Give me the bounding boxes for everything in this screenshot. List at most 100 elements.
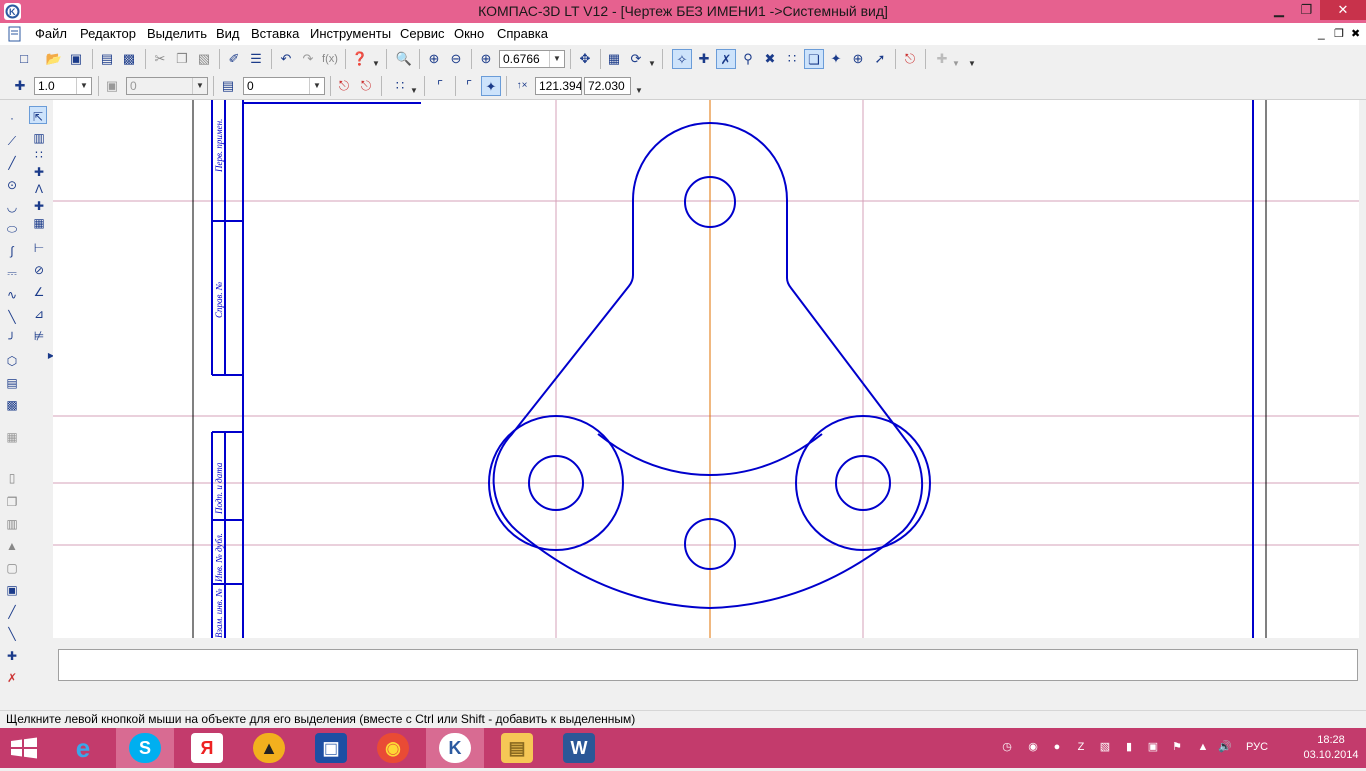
line-width-field[interactable]: 1.0 ▼ bbox=[34, 77, 92, 95]
linear-dimension-icon[interactable]: ⊢ bbox=[29, 238, 49, 258]
edit-rotate-icon[interactable]: ▥ bbox=[2, 514, 22, 534]
coord-y-field[interactable]: 72.030 bbox=[584, 77, 631, 95]
save-icon[interactable]: ▣ bbox=[66, 49, 86, 69]
restore-button[interactable]: ❐ bbox=[1293, 0, 1320, 20]
chevron-down-icon[interactable]: ▼ bbox=[952, 54, 960, 74]
start-button[interactable] bbox=[0, 728, 58, 768]
ortho-mode-icon[interactable]: ⌜ bbox=[459, 76, 479, 96]
print-preview-icon[interactable]: ▤ bbox=[97, 49, 117, 69]
snap-magnet-local-icon[interactable]: ⎋ bbox=[356, 76, 376, 96]
menu-edit[interactable]: Редактор bbox=[80, 26, 136, 41]
fill-tool-icon[interactable]: ▩ bbox=[2, 395, 22, 415]
view-state-icon[interactable]: ▣ bbox=[102, 76, 122, 96]
toolbar-overflow-icon[interactable]: ▼ bbox=[968, 54, 976, 74]
formula-icon[interactable]: f(x) bbox=[320, 49, 340, 69]
regenerate-icon[interactable]: ⟳ bbox=[626, 49, 646, 69]
snap-magnet-icon[interactable]: ⎋ bbox=[334, 76, 354, 96]
zoom-window-icon[interactable]: 🔍 bbox=[394, 49, 414, 69]
volume-icon[interactable]: 🔊 bbox=[1218, 740, 1232, 754]
tray-display-icon[interactable]: ▣ bbox=[1146, 740, 1160, 754]
snap-normal-icon[interactable]: ✖ bbox=[760, 49, 780, 69]
zoom-scale-icon[interactable]: ⊕ bbox=[476, 49, 496, 69]
edit-scale-icon[interactable]: ▲ bbox=[2, 536, 22, 556]
property-panel-box[interactable] bbox=[58, 649, 1358, 681]
refresh-view-icon[interactable]: ▦ bbox=[604, 49, 624, 69]
local-snap-icon[interactable]: ✚ bbox=[932, 49, 952, 69]
chevron-down-icon[interactable]: ▼ bbox=[309, 78, 324, 94]
bezier-tool-icon[interactable]: ∿ bbox=[2, 285, 22, 305]
taskbar-save[interactable]: ▣ bbox=[302, 728, 360, 768]
format-brush-icon[interactable]: ✐ bbox=[224, 49, 244, 69]
menu-window[interactable]: Окно bbox=[454, 26, 484, 41]
zoom-field[interactable]: 0.6766 ▼ bbox=[499, 50, 565, 68]
taskbar-yandex[interactable]: Я bbox=[178, 728, 236, 768]
clock[interactable]: 18:28 03.10.2014 bbox=[1300, 733, 1362, 763]
toolbar-overflow-icon[interactable]: ▼ bbox=[635, 81, 643, 101]
chevron-down-icon[interactable]: ▼ bbox=[410, 81, 418, 101]
delete-icon[interactable]: ✗ bbox=[2, 668, 22, 688]
zoom-in-icon[interactable]: ⊕ bbox=[424, 49, 444, 69]
polyline-tool-icon[interactable]: ⎓ bbox=[2, 263, 22, 283]
tray-nvidia-icon[interactable]: ▲ bbox=[1196, 740, 1210, 754]
taskbar-word[interactable]: W bbox=[550, 728, 608, 768]
tray-battery-icon[interactable]: ▮ bbox=[1122, 740, 1136, 754]
context-help-icon[interactable]: ❓ bbox=[350, 49, 370, 69]
edit-deform-icon[interactable]: ▣ bbox=[2, 580, 22, 600]
spline-tool-icon[interactable]: ∫ bbox=[2, 241, 22, 261]
language-indicator[interactable]: РУС bbox=[1246, 741, 1268, 753]
diameter-dimension-icon[interactable]: ⊘ bbox=[29, 260, 49, 280]
edit-move-icon[interactable]: ▯ bbox=[2, 468, 22, 488]
chamfer-tool-icon[interactable]: ╲ bbox=[2, 307, 22, 327]
new-file-icon[interactable]: □ bbox=[14, 49, 34, 69]
doc-close-button[interactable]: ✖ bbox=[1351, 27, 1360, 40]
drawing-canvas[interactable]: Перв. примен. Справ. № Подп. и дата Инв.… bbox=[53, 100, 1359, 638]
snap-align-icon[interactable]: ➚ bbox=[870, 49, 890, 69]
cut-icon[interactable]: ✂ bbox=[150, 49, 170, 69]
edit-copy-icon[interactable]: ❐ bbox=[2, 492, 22, 512]
menu-service[interactable]: Сервис bbox=[400, 26, 445, 41]
fillet-tool-icon[interactable]: ╯ bbox=[2, 329, 22, 349]
menu-insert[interactable]: Вставка bbox=[251, 26, 299, 41]
snap-angle-icon[interactable]: ❏ bbox=[804, 49, 824, 69]
snap-tangent-icon[interactable]: ⚲ bbox=[738, 49, 758, 69]
parametrization-panel-icon[interactable]: ▦ bbox=[29, 213, 49, 233]
tray-action-center-icon[interactable]: ⚑ bbox=[1170, 740, 1184, 754]
snap-intersection-icon[interactable]: ✗ bbox=[716, 49, 736, 69]
segment-tool-icon[interactable]: ╱ bbox=[2, 153, 22, 173]
snap-magnet-icon[interactable]: ⎋ bbox=[900, 49, 920, 69]
layers-icon[interactable]: ▤ bbox=[218, 76, 238, 96]
menu-file[interactable]: Файл bbox=[35, 26, 67, 41]
local-cs-icon[interactable]: ⌜ bbox=[430, 76, 450, 96]
edit-mirror-icon[interactable]: ▢ bbox=[2, 558, 22, 578]
snap-center-icon[interactable]: ⊕ bbox=[848, 49, 868, 69]
edit-break-icon[interactable]: ╲ bbox=[2, 624, 22, 644]
paste-icon[interactable]: ▧ bbox=[194, 49, 214, 69]
tray-device-icon[interactable]: ▧ bbox=[1098, 740, 1112, 754]
toolbar-overflow-icon[interactable]: ▼ bbox=[372, 54, 380, 74]
zoom-out-icon[interactable]: ⊖ bbox=[446, 49, 466, 69]
taskbar-ie[interactable]: e bbox=[54, 728, 112, 768]
edit-trim-icon[interactable]: ╱ bbox=[2, 602, 22, 622]
open-folder-icon[interactable]: 📂 bbox=[44, 49, 64, 69]
doc-minimize-button[interactable]: _ bbox=[1318, 26, 1325, 40]
ellipse-tool-icon[interactable]: ⬭ bbox=[2, 219, 22, 239]
snap-midpoint-icon[interactable]: ✚ bbox=[694, 49, 714, 69]
contour-tool-icon[interactable]: ▦ bbox=[2, 427, 22, 447]
parametric-mode-icon[interactable]: ✦ bbox=[481, 76, 501, 96]
hatch-tool-icon[interactable]: ▤ bbox=[2, 373, 22, 393]
taskbar-skype[interactable]: S bbox=[116, 728, 174, 768]
pan-icon[interactable]: ✥ bbox=[575, 49, 595, 69]
coord-x-field[interactable]: 121.394 bbox=[535, 77, 582, 95]
chevron-down-icon[interactable]: ▼ bbox=[549, 51, 564, 67]
tray-network-icon[interactable]: ◷ bbox=[1000, 740, 1014, 754]
redo-icon[interactable]: ↷ bbox=[298, 49, 318, 69]
properties-icon[interactable]: ☰ bbox=[246, 49, 266, 69]
copy-icon[interactable]: ❐ bbox=[172, 49, 192, 69]
tray-app-icon[interactable]: ◉ bbox=[1026, 740, 1040, 754]
minimize-button[interactable]: ▁ bbox=[1265, 0, 1293, 20]
taskbar-kompas[interactable]: K bbox=[426, 728, 484, 768]
arc-tool-icon[interactable]: ◡ bbox=[2, 197, 22, 217]
close-button[interactable]: ✕ bbox=[1320, 0, 1366, 20]
vertical-scrollbar[interactable] bbox=[1359, 100, 1366, 638]
print-icon[interactable]: ▩ bbox=[119, 49, 139, 69]
